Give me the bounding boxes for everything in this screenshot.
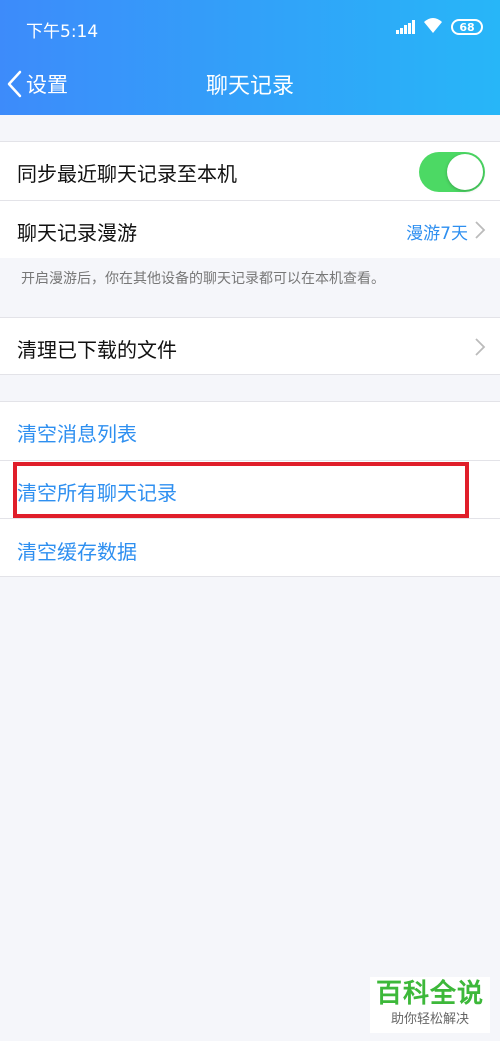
- battery-icon: 68: [451, 19, 483, 35]
- watermark-logo: 百科全说 助你轻松解决: [370, 977, 490, 1033]
- watermark-sub: 助你轻松解决: [390, 1012, 469, 1027]
- page-title: 聊天记录: [205, 74, 294, 99]
- clear-downloads-row[interactable]: 清理已下载的文件: [0, 317, 500, 375]
- roaming-hint: 开启漫游后，你在其他设备的聊天记录都可以在本机查看。: [21, 271, 385, 287]
- sync-toggle[interactable]: [419, 152, 485, 192]
- highlight-box: [13, 462, 469, 518]
- wifi-icon: [424, 18, 442, 33]
- clear-message-list-button[interactable]: 清空消息列表: [0, 401, 500, 460]
- sync-label: 同步最近聊天记录至本机: [17, 162, 237, 186]
- clear-downloads-label: 清理已下载的文件: [17, 338, 177, 362]
- roaming-label: 聊天记录漫游: [17, 221, 137, 245]
- chevron-right-icon: [475, 221, 486, 239]
- watermark-main: 百科全说: [375, 979, 484, 1009]
- toggle-knob: [447, 154, 483, 190]
- clear-cache-label: 清空缓存数据: [17, 540, 137, 564]
- signal-icon: [396, 20, 415, 34]
- roaming-row[interactable]: 聊天记录漫游 漫游7天: [0, 200, 500, 258]
- sync-row[interactable]: 同步最近聊天记录至本机: [0, 141, 500, 200]
- nav-bar: 设置 聊天记录: [0, 54, 500, 115]
- status-bar: 下午5:14 68: [0, 0, 500, 54]
- battery-level: 68: [459, 20, 475, 34]
- header: 下午5:14 68 设置 聊天记录: [0, 0, 500, 115]
- chevron-right-icon: [475, 338, 486, 356]
- status-time: 下午5:14: [26, 22, 99, 42]
- clear-message-list-label: 清空消息列表: [17, 422, 137, 446]
- clear-cache-button[interactable]: 清空缓存数据: [0, 518, 500, 577]
- roaming-value: 漫游7天: [406, 224, 468, 244]
